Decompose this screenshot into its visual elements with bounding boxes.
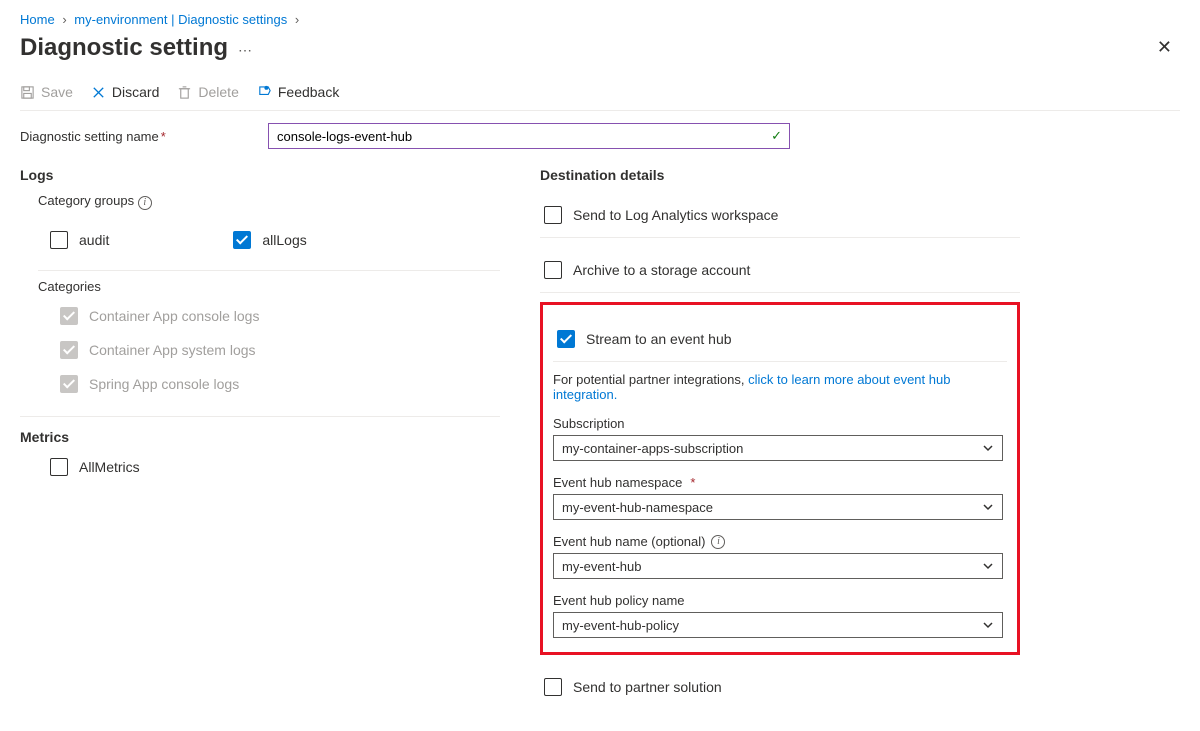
eventhub-name-label: Event hub name (optional) i [553,534,1007,549]
setting-name-input[interactable] [268,123,790,149]
cat-console-checkbox [60,307,78,325]
cat-spring-checkbox [60,375,78,393]
chevron-right-icon: › [62,12,66,27]
delete-button[interactable]: Delete [177,84,238,100]
page-title: Diagnostic setting [20,34,228,62]
log-analytics-checkbox[interactable] [544,206,562,224]
info-icon[interactable]: i [711,535,725,549]
info-icon[interactable]: i [138,196,152,210]
setting-name-label: Diagnostic setting name* [20,129,250,144]
chevron-down-icon [982,560,994,572]
discard-icon [91,85,106,100]
breadcrumb: Home › my-environment | Diagnostic setti… [20,12,1180,27]
save-button[interactable]: Save [20,84,73,100]
policy-label: Event hub policy name [553,593,1007,608]
partner-solution-checkbox[interactable] [544,678,562,696]
eventhub-checkbox[interactable] [557,330,575,348]
alllogs-checkbox[interactable] [233,231,251,249]
categories-label: Categories [38,279,500,294]
eventhub-name-select[interactable]: my-event-hub [553,553,1003,579]
breadcrumb-home[interactable]: Home [20,12,55,27]
chevron-down-icon [982,442,994,454]
destination-heading: Destination details [540,167,1020,183]
audit-checkbox[interactable] [50,231,68,249]
subscription-select[interactable]: my-container-apps-subscription [553,435,1003,461]
allmetrics-checkbox[interactable] [50,458,68,476]
namespace-label: Event hub namespace* [553,475,1007,490]
more-icon[interactable]: ⋯ [238,42,252,59]
toolbar: Save Discard Delete Feedback [20,84,1180,111]
metrics-heading: Metrics [20,429,500,445]
partner-integration-text: For potential partner integrations, clic… [553,372,1007,402]
feedback-button[interactable]: Feedback [257,84,339,100]
category-groups-label: Category groups i [38,193,500,210]
subscription-label: Subscription [553,416,1007,431]
breadcrumb-env[interactable]: my-environment | Diagnostic settings [74,12,287,27]
policy-select[interactable]: my-event-hub-policy [553,612,1003,638]
archive-checkbox[interactable] [544,261,562,279]
chevron-right-icon: › [295,12,299,27]
feedback-icon [257,85,272,100]
chevron-down-icon [982,501,994,513]
close-icon[interactable]: ✕ [1149,33,1180,62]
namespace-select[interactable]: my-event-hub-namespace [553,494,1003,520]
cat-system-checkbox [60,341,78,359]
check-icon: ✓ [771,128,782,144]
chevron-down-icon [982,619,994,631]
logs-heading: Logs [20,167,500,183]
discard-button[interactable]: Discard [91,84,159,100]
save-icon [20,85,35,100]
delete-icon [177,85,192,100]
eventhub-highlight: Stream to an event hub For potential par… [540,302,1020,655]
